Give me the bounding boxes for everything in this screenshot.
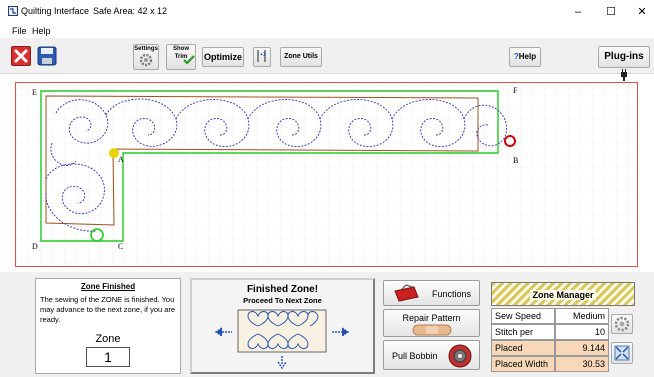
functions-button[interactable]: Functions <box>383 280 480 306</box>
zone-manager-row-value[interactable]: 30.53 <box>555 356 609 372</box>
zone-number: 1 <box>86 347 130 367</box>
help-button[interactable]: ?Help <box>509 47 541 67</box>
minimize-button[interactable]: – <box>568 4 588 20</box>
point-label-d: D <box>32 242 38 251</box>
menu-help[interactable]: Help <box>32 24 51 38</box>
zone-manager-rows: Sew SpeedMediumStitch per Inch10Placed H… <box>491 308 609 372</box>
show-trim-label-top: Show <box>173 46 189 52</box>
optimize-button[interactable]: Optimize <box>202 47 244 67</box>
menu-file[interactable]: File <box>12 24 27 38</box>
next-zone-icon <box>214 309 350 370</box>
window-title: Quilting Interface <box>21 6 90 16</box>
zone-manager-header[interactable]: Zone Manager <box>491 282 635 306</box>
zone-manager-row-label: Placed Width <box>491 356 555 372</box>
point-label-c: C <box>118 242 123 251</box>
settings-label: Settings <box>134 46 158 52</box>
zone-manager-title: Zone Manager <box>530 290 596 300</box>
plug-icon <box>621 69 627 81</box>
zone-manager-row-label: Sew Speed <box>491 308 555 324</box>
gear-icon <box>614 316 630 332</box>
zone-manager-row: Placed Width 30.53 <box>491 356 609 372</box>
cancel-button[interactable] <box>11 46 31 66</box>
zone-label: Zone <box>95 333 121 345</box>
pattern-preview[interactable]: E F A B C D <box>16 83 637 266</box>
zone-manager-row: Sew Speed Medium <box>491 308 609 324</box>
zone-manager-table: Sew SpeedMediumStitch per Inch10Placed H… <box>491 308 609 372</box>
zone-utils-button[interactable]: Zone Utils <box>280 47 322 67</box>
toolbar: Settings Show Trim Optimize +1 Zone Util… <box>0 38 654 81</box>
help-label: Help <box>518 52 537 61</box>
point-label-b: B <box>513 156 518 165</box>
point-label-e: E <box>32 88 37 97</box>
show-trim-button[interactable]: Show Trim <box>166 44 196 70</box>
zone-order-icon: +1 <box>257 50 266 62</box>
settings-button[interactable]: Settings <box>133 44 159 70</box>
title-bar: Quilting Interface Safe Area: 42 x 12 – … <box>0 0 654 24</box>
zone-manager-row-value[interactable]: 9.144 <box>555 340 609 356</box>
gear-icon <box>139 53 153 67</box>
close-icon <box>14 49 28 63</box>
bandage-icon <box>412 324 452 336</box>
app-icon <box>8 6 18 16</box>
save-button[interactable] <box>37 46 57 66</box>
pull-bobbin-label: Pull Bobbin <box>392 351 438 361</box>
checkmark-icon <box>183 55 195 65</box>
bobbin-icon <box>448 344 472 368</box>
toolbox-icon <box>394 284 419 302</box>
zone-order-button[interactable]: +1 <box>253 47 271 67</box>
zone-manager-row-label: Placed Height <box>491 340 555 367</box>
zone-finished-title: Zone Finished <box>80 282 136 291</box>
proceed-next-zone-button[interactable]: Finished Zone! Proceed To Next Zone <box>190 278 375 374</box>
repair-pattern-button[interactable]: Repair Pattern <box>383 309 480 337</box>
zone-settings-button[interactable] <box>611 314 633 334</box>
menu-bar: File Help <box>0 24 654 38</box>
point-label-f: F <box>513 86 518 95</box>
plugins-label: Plug-ins <box>604 51 644 62</box>
point-label-a: A <box>118 155 124 164</box>
close-window-button[interactable]: ✕ <box>632 4 652 20</box>
plugins-button[interactable]: Plug-ins <box>598 46 650 81</box>
quilt-canvas[interactable]: E F A B C D <box>15 82 638 267</box>
zone-finished-message: The sewing of the ZONE is finished. You … <box>40 295 176 324</box>
expand-arrows-icon <box>614 345 630 361</box>
finished-subtitle: Proceed To Next Zone <box>243 296 322 305</box>
zone-manager-row: Placed Height9.144 <box>491 340 609 367</box>
zone-manager-row-value[interactable]: Medium <box>555 308 609 324</box>
zone-manager-row-value[interactable]: 10 <box>555 324 609 340</box>
pull-bobbin-button[interactable]: Pull Bobbin <box>383 340 480 370</box>
fit-zone-button[interactable] <box>611 342 633 364</box>
finished-title: Finished Zone! <box>246 284 319 295</box>
zone-manager-row: Stitch per Inch10 <box>491 324 609 351</box>
zone-finished-panel: Zone Finished The sewing of the ZONE is … <box>35 278 181 374</box>
save-disk-icon <box>37 46 57 66</box>
repair-pattern-label: Repair Pattern <box>402 313 461 323</box>
safe-area-label: Safe Area: 42 x 12 <box>93 6 168 16</box>
maximize-button[interactable]: ☐ <box>601 4 621 20</box>
functions-label: Functions <box>432 289 472 299</box>
zone-manager-row-label: Stitch per Inch <box>491 324 555 351</box>
svg-text:+1: +1 <box>260 52 266 58</box>
